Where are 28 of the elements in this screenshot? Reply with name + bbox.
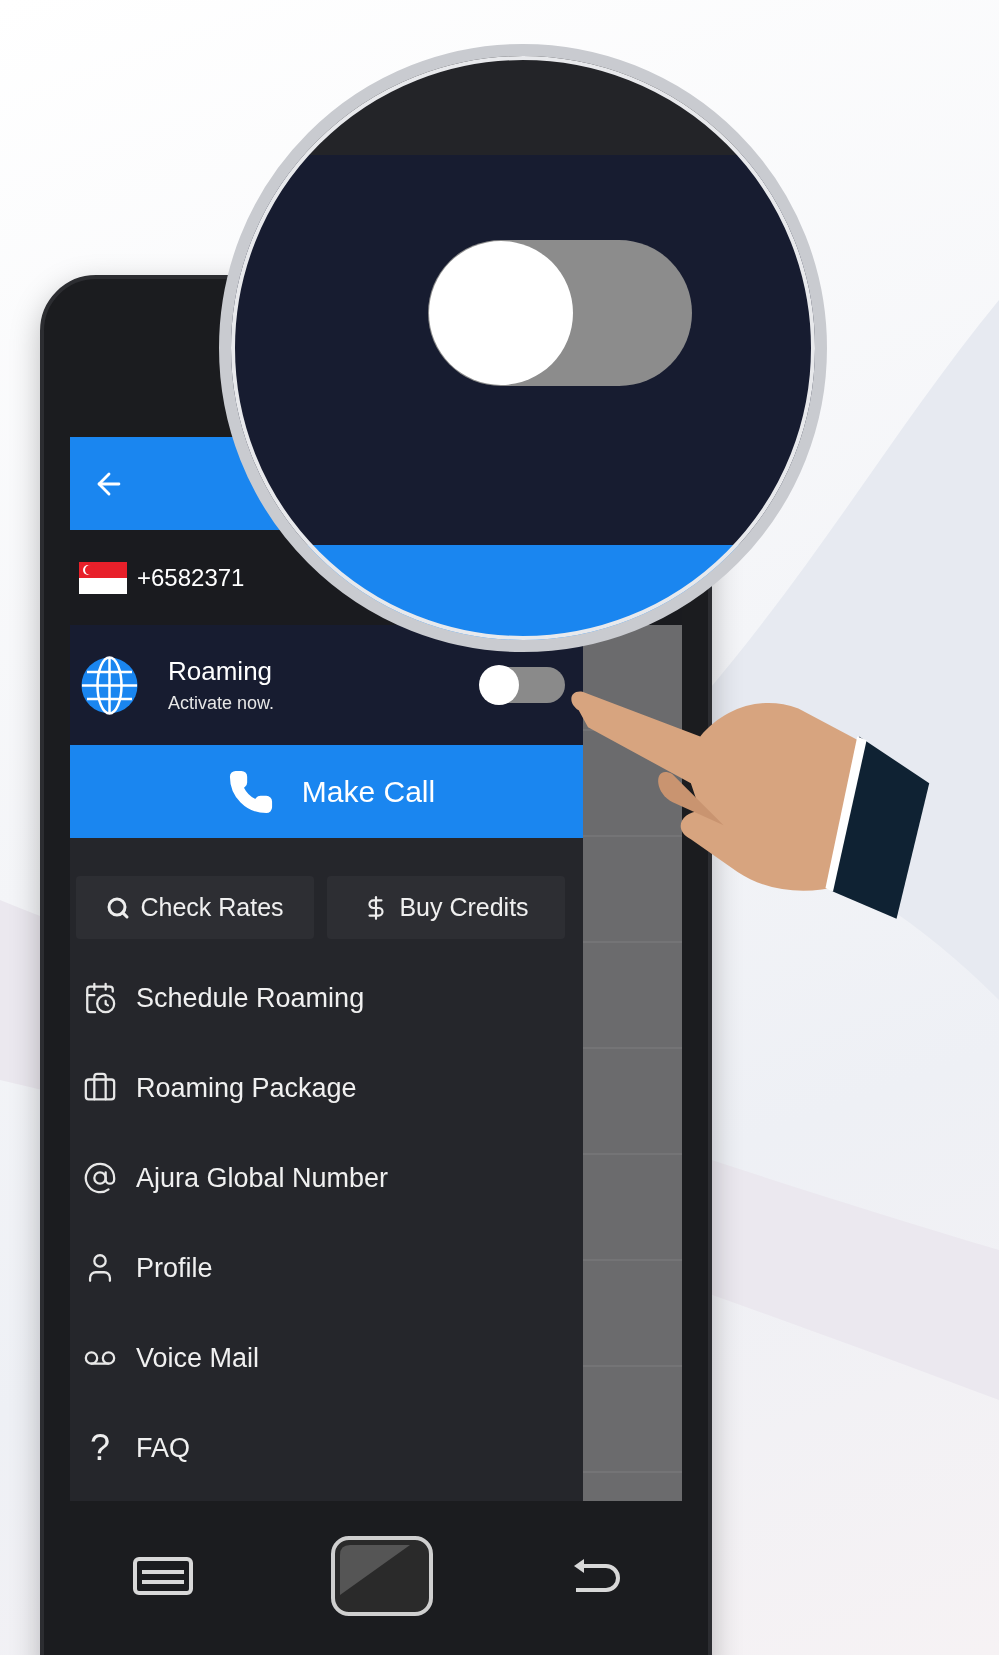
make-call-button[interactable]: Make Call [70,745,583,838]
menu-item-label: Ajura Global Number [136,1162,389,1194]
menu-key-icon[interactable] [132,1556,194,1596]
menu-item-label: Roaming Package [136,1072,357,1104]
menu-item-label: Profile [136,1252,213,1284]
menu-item[interactable]: ? FAQ [70,1403,583,1493]
menu-item-label: Voice Mail [136,1342,260,1374]
menu-item[interactable]: Voice Mail [70,1313,583,1403]
menu-item-label: Schedule Roaming [136,982,365,1014]
search-icon [106,895,131,920]
menu-item[interactable]: Schedule Roaming [70,953,583,1043]
quick-action-button[interactable]: Buy Credits [327,876,565,939]
flag-icon [79,561,127,594]
roaming-toggle[interactable] [481,667,565,703]
question-mark-icon: ? [90,1427,110,1469]
home-button-icon[interactable] [330,1535,434,1617]
roaming-subtitle: Activate now. [168,693,276,714]
menu-item[interactable]: Profile [70,1223,583,1313]
quick-action-button[interactable]: Check Rates [76,876,314,939]
calendar-clock-icon [83,981,117,1015]
menu-item[interactable]: Ajura Global Number [70,1133,583,1223]
menu-item-label: FAQ [136,1432,190,1464]
phone-icon [227,768,274,815]
globe-icon [79,654,140,716]
at-sign-icon [83,1161,117,1195]
roaming-title: Roaming [168,656,274,687]
menu-item[interactable]: Roaming Package [70,1043,583,1133]
phone-number: +6582371 [137,563,245,592]
